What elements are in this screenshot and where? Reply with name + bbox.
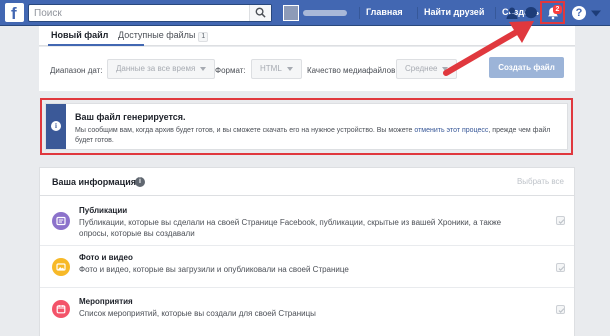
checkmark-icon	[558, 266, 565, 272]
your-information-section: Ваша информация i Выбрать все Публикации…	[39, 167, 575, 336]
list-item-events[interactable]: Мероприятия Список мероприятий, которые …	[40, 288, 574, 336]
notifications-highlight-box	[540, 1, 565, 24]
nav-divider	[417, 7, 418, 19]
file-tabs: Новый файл Доступные файлы 1	[39, 26, 575, 46]
help-icon[interactable]: ?	[572, 6, 586, 20]
posts-icon	[52, 212, 70, 230]
search-box	[28, 4, 272, 22]
dropdown-caret-icon	[286, 66, 293, 71]
media-quality-value: Среднее	[405, 64, 438, 73]
format-value: HTML	[260, 64, 282, 73]
nav-find-friends-link[interactable]: Найти друзей	[424, 7, 484, 17]
row-description: Фото и видео, которые вы загрузили и опу…	[79, 265, 349, 274]
checkmark-icon	[558, 308, 565, 314]
create-file-button[interactable]: Создать файл	[489, 57, 564, 78]
dropdown-caret-icon	[200, 66, 207, 71]
format-select[interactable]: HTML	[251, 59, 302, 79]
search-input[interactable]	[34, 6, 244, 20]
avatar[interactable]	[283, 5, 299, 21]
facebook-logo-glyph: f	[11, 4, 17, 23]
row-description: Список мероприятий, которые вы создали д…	[79, 309, 316, 318]
available-files-count: 1	[198, 32, 209, 42]
row-title: Публикации	[79, 206, 128, 215]
date-range-value: Данные за все время	[116, 64, 196, 73]
nav-home-link[interactable]: Главная	[366, 7, 403, 17]
row-description: Публикации, которые вы сделали на своей …	[79, 218, 502, 238]
tab-new-file[interactable]: Новый файл	[51, 30, 108, 40]
search-button[interactable]	[249, 5, 271, 21]
list-item-posts[interactable]: Публикации Публикации, которые вы сделал…	[40, 196, 574, 246]
row-title: Мероприятия	[79, 297, 133, 306]
row-checkbox[interactable]	[556, 305, 565, 314]
profile-name-blurred[interactable]	[303, 10, 347, 16]
row-title: Фото и видео	[79, 253, 133, 262]
row-checkbox[interactable]	[556, 216, 565, 225]
section-title: Ваша информация	[52, 177, 136, 187]
events-icon	[52, 300, 70, 318]
chevron-down-icon[interactable]	[591, 9, 601, 17]
notice-highlight-box	[40, 98, 573, 155]
media-quality-select[interactable]: Среднее	[396, 59, 458, 79]
date-range-select[interactable]: Данные за все время	[107, 59, 216, 79]
top-navigation-bar: f Главная Найти друзей Создать 2 ?	[0, 0, 610, 26]
nav-divider	[359, 7, 360, 19]
date-range-label: Диапазон дат:	[50, 66, 103, 75]
download-options-panel: Диапазон дат: Данные за все время Формат…	[39, 47, 575, 91]
dropdown-caret-icon	[442, 66, 449, 71]
search-icon	[255, 7, 266, 18]
friend-requests-icon[interactable]	[505, 6, 519, 20]
messenger-icon[interactable]	[524, 6, 538, 20]
nav-divider	[495, 7, 496, 19]
row-checkbox[interactable]	[556, 263, 565, 272]
tab-available-files[interactable]: Доступные файлы 1	[118, 30, 209, 42]
select-all-link[interactable]: Выбрать все	[517, 177, 564, 186]
photos-icon	[52, 258, 70, 276]
tab-available-files-label: Доступные файлы	[118, 30, 196, 40]
active-tab-indicator	[48, 44, 144, 46]
info-help-icon[interactable]: i	[135, 177, 145, 187]
media-quality-label: Качество медиафайлов:	[307, 66, 398, 75]
facebook-logo[interactable]: f	[5, 3, 24, 23]
section-header: Ваша информация i Выбрать все	[40, 168, 574, 196]
format-label: Формат:	[215, 66, 246, 75]
checkmark-icon	[558, 219, 565, 225]
list-item-photos-videos[interactable]: Фото и видео Фото и видео, которые вы за…	[40, 246, 574, 288]
